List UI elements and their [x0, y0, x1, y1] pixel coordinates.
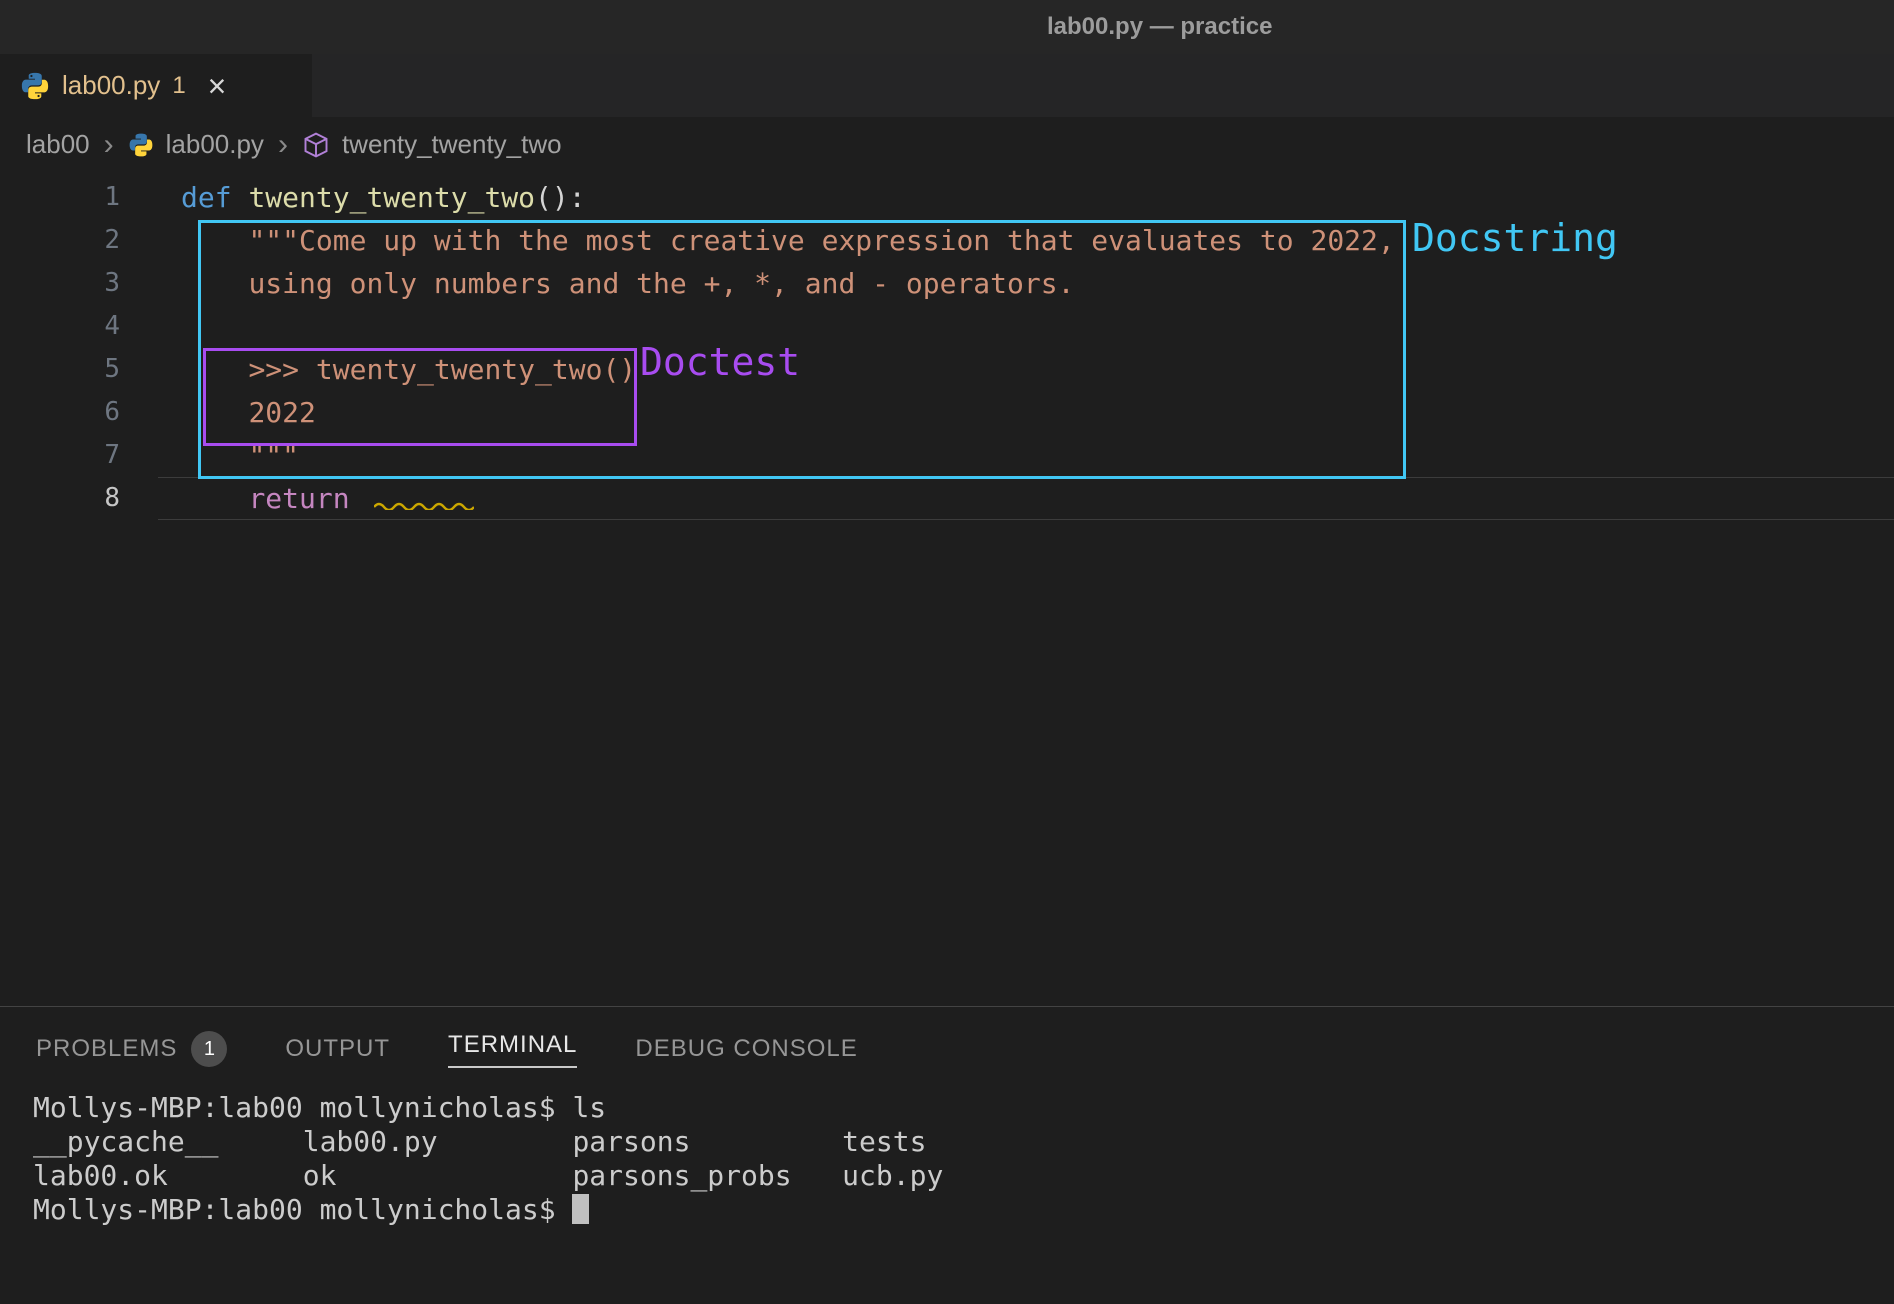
chevron-right-icon: ›	[104, 130, 114, 160]
code-token: """	[248, 439, 299, 472]
code-text: using only numbers and the +, *, and - o…	[158, 262, 1894, 305]
code-line[interactable]: 1def twenty_twenty_two():	[0, 176, 1894, 219]
code-token	[181, 482, 248, 515]
code-token: 2022	[248, 396, 315, 429]
line-number: 8	[0, 477, 158, 520]
code-token	[181, 396, 248, 429]
symbol-cube-icon	[302, 131, 330, 159]
code-text: """Come up with the most creative expres…	[158, 219, 1894, 262]
code-token: using only numbers and the +, *, and - o…	[248, 267, 1074, 300]
line-number: 6	[0, 391, 158, 434]
code-text: """	[158, 434, 1894, 477]
line-number: 4	[0, 305, 158, 348]
python-icon	[128, 132, 154, 158]
panel-tab-label: PROBLEMS	[36, 1035, 177, 1063]
editor-lines: 1def twenty_twenty_two():2 """Come up wi…	[0, 176, 1894, 520]
code-token: """Come up with the most creative expres…	[248, 224, 1394, 257]
breadcrumb-item-symbol[interactable]: twenty_twenty_two	[342, 129, 562, 160]
terminal-line: Mollys-MBP:lab00 mollynicholas$ ls	[33, 1091, 1894, 1125]
tab-lab00-py[interactable]: lab00.py 1 ×	[0, 54, 312, 117]
code-token: twenty_twenty_two	[248, 181, 535, 214]
chevron-right-icon: ›	[278, 130, 288, 160]
panel-tab-label: OUTPUT	[285, 1035, 390, 1063]
window-titlebar: lab00.py — practice	[0, 0, 1894, 54]
terminal-output[interactable]: Mollys-MBP:lab00 mollynicholas$ ls__pyca…	[0, 1091, 1894, 1227]
breadcrumb-item-file[interactable]: lab00.py	[166, 129, 264, 160]
code-token	[181, 224, 248, 257]
breadcrumb-item-folder[interactable]: lab00	[26, 129, 90, 160]
panel-tab-label: DEBUG CONSOLE	[635, 1035, 857, 1063]
editor-tab-bar: lab00.py 1 ×	[0, 54, 1894, 117]
panel-tab-problems[interactable]: PROBLEMS 1	[36, 1031, 227, 1067]
code-text: >>> twenty_twenty_two()	[158, 348, 1894, 391]
tab-label: lab00.py	[62, 70, 160, 101]
line-number: 5	[0, 348, 158, 391]
problems-count-badge: 1	[191, 1031, 227, 1067]
panel-tab-terminal[interactable]: TERMINAL	[448, 1031, 577, 1068]
code-line[interactable]: 6 2022	[0, 391, 1894, 434]
window-title: lab00.py — practice	[1047, 13, 1272, 41]
code-line[interactable]: 4	[0, 305, 1894, 348]
code-line[interactable]: 2 """Come up with the most creative expr…	[0, 219, 1894, 262]
line-number: 2	[0, 219, 158, 262]
code-text	[158, 305, 1894, 348]
code-line[interactable]: 7 """	[0, 434, 1894, 477]
code-token: ():	[535, 181, 586, 214]
code-token	[181, 439, 248, 472]
terminal-line: Mollys-MBP:lab00 mollynicholas$	[33, 1193, 1894, 1227]
warning-squiggle-icon	[374, 500, 474, 510]
panel-tab-debug-console[interactable]: DEBUG CONSOLE	[635, 1035, 857, 1063]
terminal-line: __pycache__ lab00.py parsons tests	[33, 1125, 1894, 1159]
code-text: 2022	[158, 391, 1894, 434]
code-editor[interactable]: 1def twenty_twenty_two():2 """Come up wi…	[0, 172, 1894, 1010]
line-number: 3	[0, 262, 158, 305]
close-icon[interactable]: ×	[208, 70, 227, 102]
line-number: 1	[0, 176, 158, 219]
code-line[interactable]: 5 >>> twenty_twenty_two()	[0, 348, 1894, 391]
code-token	[181, 353, 248, 386]
bottom-panel: PROBLEMS 1 OUTPUT TERMINAL DEBUG CONSOLE…	[0, 1006, 1894, 1304]
terminal-line: lab00.ok ok parsons_probs ucb.py	[33, 1159, 1894, 1193]
code-line[interactable]: 3 using only numbers and the +, *, and -…	[0, 262, 1894, 305]
code-token: return	[248, 482, 366, 515]
panel-tab-output[interactable]: OUTPUT	[285, 1035, 390, 1063]
tab-badge: 1	[172, 72, 185, 100]
python-icon	[20, 71, 50, 101]
breadcrumb: lab00 › lab00.py › twenty_twenty_two	[0, 117, 1894, 172]
code-text: return	[158, 477, 1894, 520]
terminal-cursor	[572, 1194, 589, 1224]
code-token: >>> twenty_twenty_two()	[248, 353, 636, 386]
code-text: def twenty_twenty_two():	[158, 176, 1894, 219]
code-token: def	[181, 181, 248, 214]
panel-tab-label: TERMINAL	[448, 1031, 577, 1068]
code-token	[181, 267, 248, 300]
code-line[interactable]: 8 return	[0, 477, 1894, 520]
panel-tab-bar: PROBLEMS 1 OUTPUT TERMINAL DEBUG CONSOLE	[0, 1007, 1894, 1091]
line-number: 7	[0, 434, 158, 477]
